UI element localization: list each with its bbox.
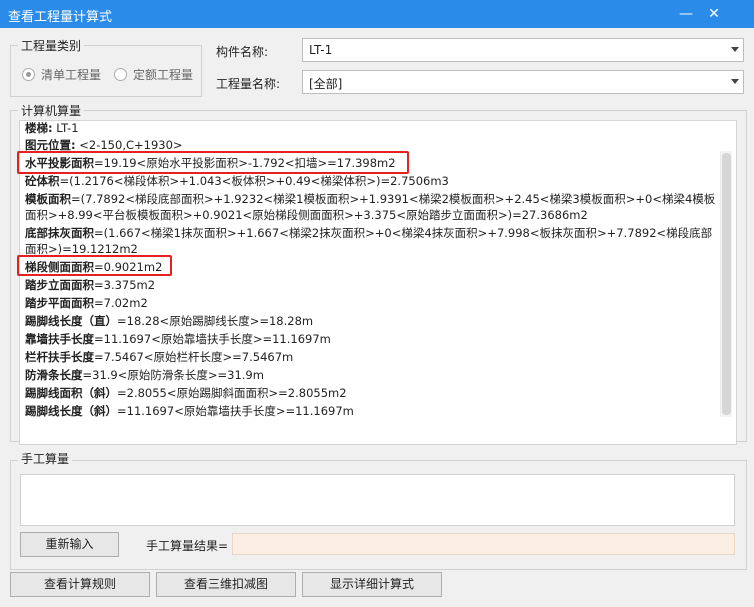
calc-line: 栏杆扶手长度=7.5467<原始栏杆长度>=7.5467m: [25, 350, 294, 364]
component-name-value: LT-1: [309, 43, 333, 57]
calc-line: 踢脚线长度（斜）=11.1697<原始靠墙扶手长度>=11.1697m: [25, 404, 354, 418]
chevron-down-icon: [731, 47, 739, 52]
quantity-name-label: 工程量名称:: [216, 77, 281, 91]
radio-label-quota: 定额工程量: [133, 68, 194, 82]
calc-line: 底部抹灰面积=(1.667<梯梁1抹灰面积>+1.667<梯梁2抹灰面积>+0<…: [25, 226, 713, 240]
calc-scrollbar[interactable]: [720, 151, 732, 417]
calc-line: 靠墙扶手长度=11.1697<原始靠墙扶手长度>=11.1697m: [25, 332, 331, 346]
radio-bill-quantity[interactable]: 清单工程量: [22, 66, 101, 83]
calc-line: 模板面积=(7.7892<梯段底部面积>+1.9232<梯梁1模板面积>+1.9…: [25, 192, 716, 206]
component-name-label: 构件名称:: [216, 45, 269, 59]
view-calc-rules-button[interactable]: 查看计算规则: [10, 572, 150, 597]
calc-line: 踢脚线面积（斜）=2.8055<原始踢脚斜面面积>=2.8055m2: [25, 386, 347, 400]
computer-calc-title: 计算机算量: [18, 102, 85, 119]
radio-quota-quantity[interactable]: 定额工程量: [114, 66, 193, 83]
calc-line: 砼体积=(1.2176<梯段体积>+1.043<板体积>+0.49<梯梁体积>)…: [25, 174, 449, 188]
quantity-name-select[interactable]: [全部]: [302, 70, 744, 94]
quantity-name-value: [全部]: [309, 77, 343, 91]
calc-line: 面积>+8.99<平台板模板面积>+0.9021<原始梯段侧面面积>+3.375…: [25, 208, 588, 222]
radio-label-bill: 清单工程量: [41, 68, 102, 82]
calc-line: 楼梯: LT-1: [25, 121, 79, 135]
minimize-icon[interactable]: —: [676, 4, 696, 24]
radio-dot: [114, 68, 127, 81]
manual-calc-input[interactable]: [20, 474, 735, 526]
reenter-button[interactable]: 重新输入: [20, 532, 119, 557]
scrollbar-thumb[interactable]: [722, 153, 731, 415]
chevron-down-icon: [731, 79, 739, 84]
component-name-select[interactable]: LT-1: [302, 38, 744, 62]
quantity-category-title: 工程量类别: [18, 37, 85, 54]
highlight-box: [17, 151, 409, 174]
view-3d-deduction-button[interactable]: 查看三维扣减图: [156, 572, 296, 597]
manual-result-label: 手工算量结果=: [146, 539, 229, 553]
calc-line: 踏步平面面积=7.02m2: [25, 296, 148, 310]
calc-line: 踢脚线长度（直）=18.28<原始踢脚线长度>=18.28m: [25, 314, 314, 328]
window-title: 查看工程量计算式: [8, 10, 113, 25]
dialog-window: 查看工程量计算式 — ✕ 工程量类别 清单工程量 定额工程量 构件名称: LT-…: [0, 0, 754, 607]
calc-line: 防滑条长度=31.9<原始防滑条长度>=31.9m: [25, 368, 264, 382]
radio-dot-selected: [22, 68, 35, 81]
manual-calc-title: 手工算量: [18, 450, 73, 467]
calc-line: 踏步立面面积=3.375m2: [25, 278, 156, 292]
show-detail-formula-button[interactable]: 显示详细计算式: [302, 572, 442, 597]
manual-result-field: [232, 533, 735, 555]
title-bar[interactable]: 查看工程量计算式 — ✕: [0, 0, 754, 28]
highlight-box: [17, 255, 172, 276]
close-icon[interactable]: ✕: [704, 4, 724, 24]
